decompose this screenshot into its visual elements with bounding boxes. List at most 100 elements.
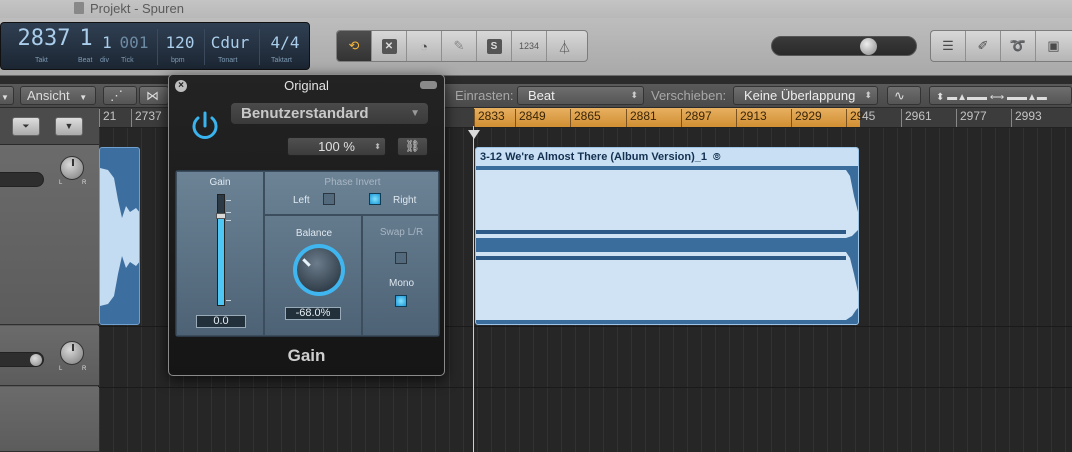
snap-select[interactable]: Beat ⬍ <box>517 86 644 105</box>
gain-value[interactable]: 0.0 <box>196 315 246 328</box>
track-separator <box>99 387 1072 388</box>
lcd-divider <box>204 29 205 65</box>
master-volume-knob[interactable] <box>860 38 877 55</box>
filter-icon: ⏷ <box>22 121 30 131</box>
flex-button[interactable]: ⋈ <box>139 86 169 105</box>
mode-buttons: ⟲ ✕ ◔ ✎ S 1234 ⏃ <box>336 30 588 62</box>
lcd-tempo-value: 120 <box>165 33 195 52</box>
view-buttons: ☰ ✐ ➰ ▣ <box>930 30 1072 62</box>
count-in-1234-button[interactable]: 1234 <box>512 31 547 61</box>
track-filter-button[interactable]: ⏷ <box>12 117 40 136</box>
gain-fader[interactable] <box>216 194 226 306</box>
view-size-select[interactable]: 100 % ⬍ <box>287 137 386 156</box>
master-volume-slider[interactable] <box>771 36 917 56</box>
zoom-sliders[interactable]: ⬍ ▬▲▬▬ ⟷ ▬▬▲▬ <box>929 86 1072 105</box>
ruler-tick: 2865 <box>570 109 601 127</box>
automation-icon: ⋰ <box>110 88 123 103</box>
plugin-window[interactable]: Original × Benutzerstandard ▼ 100 % ⬍ ⛓ … <box>168 74 445 376</box>
updown-icon: ⬍ <box>630 90 638 100</box>
playhead-handle[interactable] <box>468 130 480 139</box>
waveform-zoom-button[interactable]: ∿ <box>887 86 921 105</box>
gain-fader-handle[interactable] <box>216 213 226 219</box>
pan-left-marker: L <box>59 366 63 372</box>
count-in-button[interactable]: ✎ <box>442 31 477 61</box>
plugin-window-title: Original <box>284 78 329 93</box>
track-header-1[interactable]: L R <box>0 145 99 325</box>
lcd-bar-value: 2837 <box>17 26 71 51</box>
ruler-tick: 2977 <box>956 109 987 127</box>
replace-button[interactable]: ✕ <box>372 31 407 61</box>
drag-value: Keine Überlappung <box>744 88 856 103</box>
lcd-display[interactable]: 2837 Takt 1 Beat 1 div 001 Tick 120 bpm … <box>0 22 310 70</box>
drag-select[interactable]: Keine Überlappung ⬍ <box>733 86 878 105</box>
phase-left-checkbox[interactable] <box>323 193 335 205</box>
lcd-bar-label: Takt <box>35 57 48 64</box>
updown-icon: ⬍ <box>864 90 872 100</box>
gain-label: Gain <box>209 177 231 188</box>
loop-link-icon: ⦾ <box>710 152 721 163</box>
swap-mono-section: Swap L/R Mono <box>362 215 439 336</box>
left-arrow-button[interactable]: ▼ <box>0 86 14 105</box>
ruler-tick: 2961 <box>901 109 932 127</box>
gain-section: Gain 0.0 <box>176 171 264 336</box>
track-volume-slider[interactable] <box>0 172 44 187</box>
drag-label: Verschieben: <box>651 88 727 103</box>
lcd-div-value: 1 <box>102 33 112 52</box>
count-in-label: 1234 <box>518 41 540 51</box>
lcd-divider <box>157 29 158 65</box>
track-pan-knob[interactable] <box>60 156 84 180</box>
preset-menu[interactable]: Benutzerstandard ▼ <box>231 103 428 124</box>
swap-checkbox[interactable] <box>395 252 407 264</box>
loop-browser-button[interactable]: ➰ <box>1001 31 1036 61</box>
waveform <box>476 170 858 320</box>
automation-button[interactable]: ⋰ <box>103 86 137 105</box>
collapse-icon: ▼ <box>64 121 74 131</box>
document-icon <box>74 2 84 14</box>
scale-tick <box>226 212 231 213</box>
track-volume-slider[interactable] <box>0 352 44 367</box>
media-browser-icon: ▣ <box>1047 38 1060 53</box>
zoom-slider-icon: ⬍ ▬▲▬▬ ⟷ ▬▬▲▬ <box>936 92 1047 103</box>
mono-checkbox[interactable] <box>395 295 407 307</box>
metronome-button[interactable]: ⏃ <box>547 31 582 61</box>
track-collapse-button[interactable]: ▼ <box>55 117 83 136</box>
flex-icon: ⋈ <box>146 88 159 103</box>
lcd-signature-value: 4/4 <box>270 33 300 52</box>
media-browser-button[interactable]: ▣ <box>1036 31 1071 61</box>
balance-knob[interactable] <box>293 244 345 296</box>
region-name: 3-12 We're Almost There (Album Version)_… <box>480 151 707 163</box>
ruler-tick: 2849 <box>515 109 546 127</box>
playhead-line[interactable] <box>473 126 474 452</box>
audio-region-left[interactable] <box>99 147 140 325</box>
lcd-key-label: Tonart <box>218 57 238 64</box>
scale-tick <box>226 300 231 301</box>
lcd-beat-label: Beat <box>78 57 93 64</box>
tuner-button[interactable]: ◔ <box>407 31 442 61</box>
notepad-icon: ✐ <box>977 38 989 53</box>
phase-right-checkbox[interactable] <box>369 193 381 205</box>
list-editor-button[interactable]: ☰ <box>931 31 966 61</box>
balance-knob-indicator <box>302 258 311 267</box>
audio-region[interactable]: 3-12 We're Almost There (Album Version)_… <box>475 147 859 325</box>
ruler-tick: 29 <box>846 109 863 127</box>
view-menu[interactable]: Ansicht ▼ <box>20 86 96 105</box>
track-pan-knob[interactable] <box>60 341 84 365</box>
cycle-icon: ⟲ <box>348 38 360 53</box>
lcd-tempo-label: bpm <box>171 57 185 64</box>
solo-button[interactable]: S <box>477 31 512 61</box>
view-size-value: 100 % <box>318 139 355 154</box>
ruler-tick: 2913 <box>736 109 767 127</box>
balance-value[interactable]: -68.0% <box>285 307 341 320</box>
power-button[interactable] <box>187 108 223 144</box>
track-header-2[interactable]: L R <box>0 326 99 386</box>
gain-plugin-panel: Gain 0.0 Phase Invert Left Right Balance <box>175 170 440 337</box>
notepad-button[interactable]: ✐ <box>966 31 1001 61</box>
volume-knob[interactable] <box>30 354 42 366</box>
phase-right-label: Right <box>393 195 417 206</box>
cycle-button[interactable]: ⟲ <box>337 31 372 61</box>
close-button[interactable]: × <box>175 80 187 92</box>
link-button[interactable]: ⛓ <box>397 137 428 156</box>
window-title: Projekt - Spuren <box>90 1 184 16</box>
replace-icon: ✕ <box>381 38 397 54</box>
collapse-button[interactable] <box>420 81 437 89</box>
